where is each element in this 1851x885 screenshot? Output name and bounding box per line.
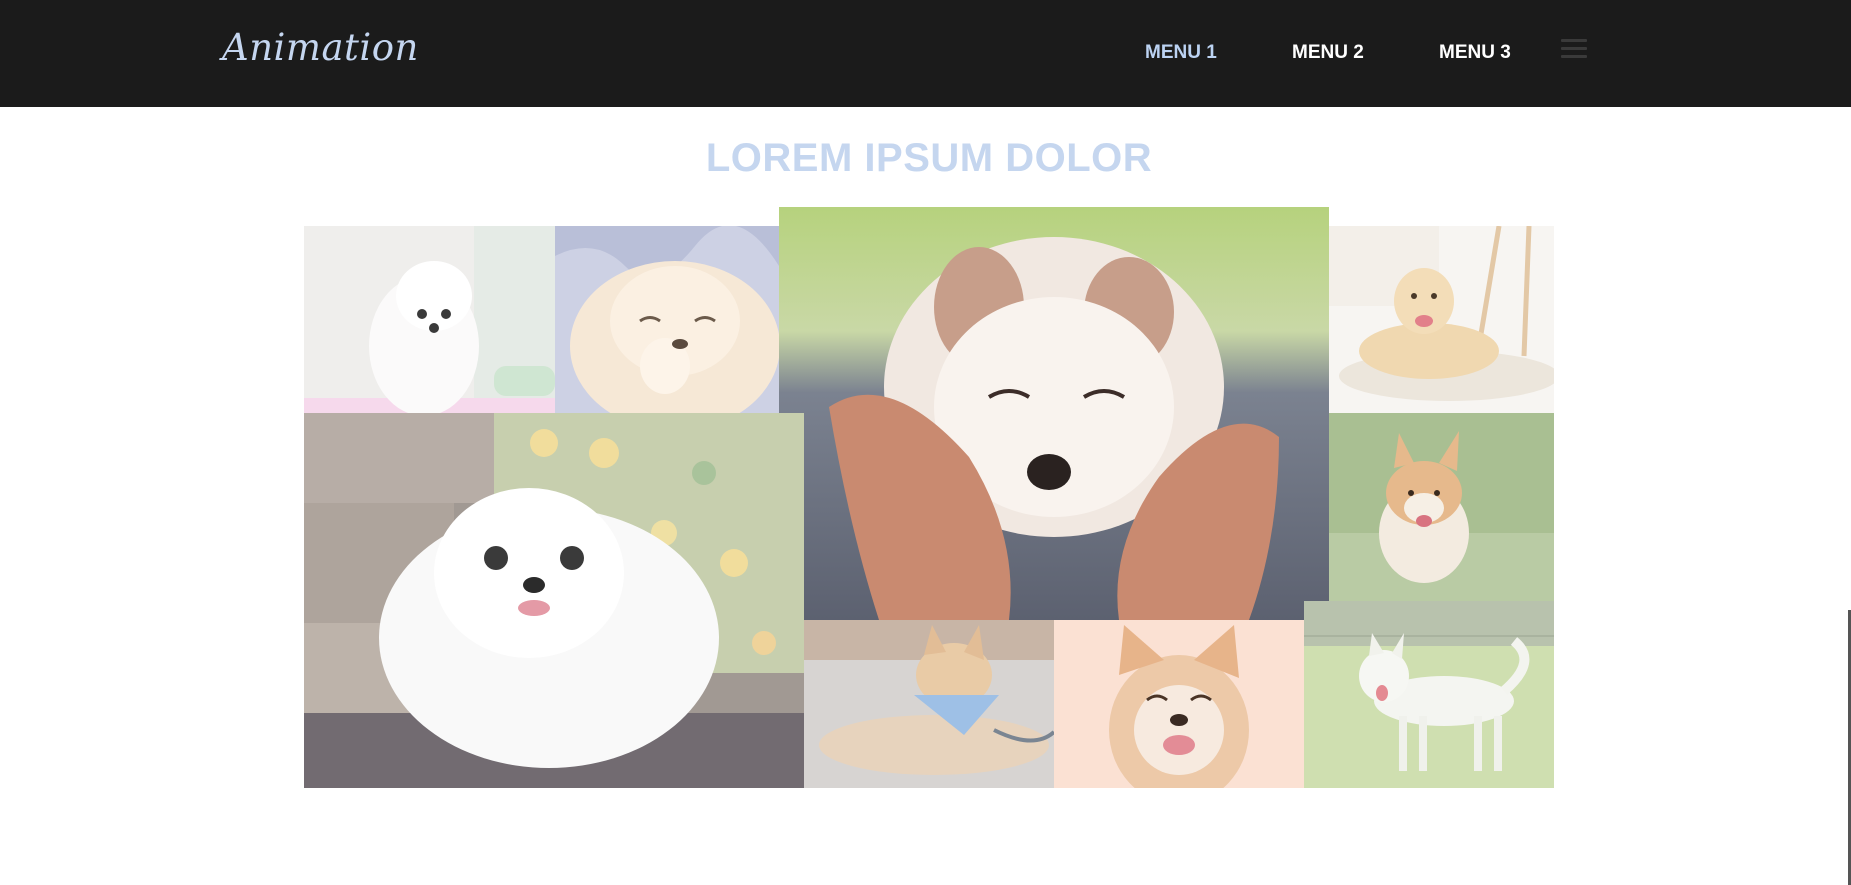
hamburger-menu-icon[interactable] bbox=[1561, 39, 1587, 59]
menu-item-3[interactable]: MENU 3 bbox=[1439, 42, 1511, 64]
running-corgi-photo[interactable] bbox=[1329, 413, 1554, 601]
white-dog-on-grass-photo[interactable] bbox=[1304, 601, 1554, 788]
white-pomeranian-puppy-photo[interactable] bbox=[304, 226, 555, 413]
laughing-fluffy-puppy-photo[interactable] bbox=[555, 226, 779, 413]
page-title: LOREM IPSUM DOLOR bbox=[705, 136, 1153, 180]
white-pomeranian-by-flowers-photo[interactable] bbox=[304, 413, 804, 788]
menu-item-2[interactable]: MENU 2 bbox=[1292, 42, 1364, 64]
puppy-face-in-hands-photo[interactable] bbox=[779, 207, 1329, 620]
golden-retriever-lying-photo[interactable] bbox=[1329, 226, 1554, 413]
menu-item-1[interactable]: MENU 1 bbox=[1145, 42, 1217, 64]
top-navbar: Animation MENU 1 MENU 2 MENU 3 bbox=[0, 0, 1851, 107]
shiba-inu-with-bandana-photo[interactable] bbox=[804, 620, 1054, 788]
site-logo[interactable]: Animation bbox=[222, 26, 419, 69]
smiling-shiba-inu-photo[interactable] bbox=[1054, 620, 1304, 788]
